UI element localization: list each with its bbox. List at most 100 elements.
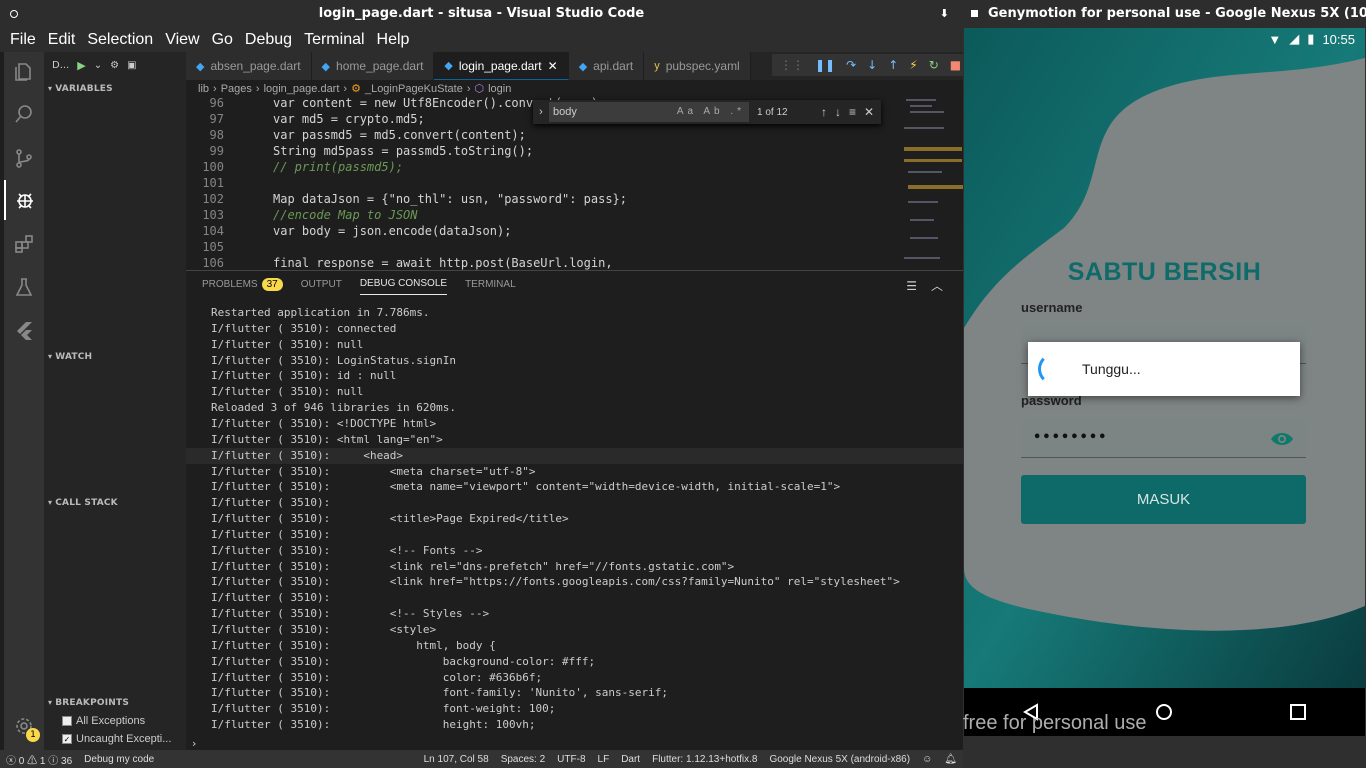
debug-settings-icon[interactable]: ⚙ (110, 60, 119, 71)
checkbox-checked[interactable]: ✓ (62, 734, 72, 744)
login-button[interactable]: MASUK (1021, 475, 1306, 524)
vscode-window: login_page.dart - situsa - Visual Studio… (0, 0, 966, 768)
step-over-icon[interactable]: ↷ (846, 58, 856, 72)
source-control-icon[interactable] (4, 138, 44, 178)
chevron-down-icon[interactable]: ⌄ (94, 60, 102, 71)
menu-file[interactable]: File (4, 31, 42, 49)
explorer-icon[interactable] (4, 52, 44, 92)
code-line: 101 (186, 175, 906, 191)
pause-icon[interactable]: ❚❚ (815, 58, 835, 72)
tab-terminal[interactable]: TERMINAL (465, 279, 516, 290)
flutter-version-status[interactable]: Flutter: 1.12.13+hotfix.8 (646, 754, 763, 765)
checkbox[interactable] (62, 716, 72, 726)
console-line: I/flutter ( 3510): (211, 527, 331, 541)
menu-debug[interactable]: Debug (239, 31, 298, 49)
indent-status[interactable]: Spaces: 2 (495, 754, 551, 765)
breakpoint-all-exceptions[interactable]: All Exceptions (62, 715, 145, 727)
section-watch[interactable]: ▾ WATCH (44, 348, 186, 366)
debug-mode-status[interactable]: Debug my code (78, 754, 160, 765)
encoding-status[interactable]: UTF-8 (551, 754, 591, 765)
minimap[interactable] (900, 97, 966, 270)
settings-badge: 1 (26, 728, 40, 742)
clear-console-icon[interactable]: ☰ (906, 279, 931, 293)
breadcrumb-item[interactable]: lib (198, 83, 209, 95)
console-line: I/flutter ( 3510): null (211, 385, 364, 399)
console-line: I/flutter ( 3510): <link href="https://f… (211, 575, 900, 589)
stop-icon[interactable]: ■ (950, 58, 961, 72)
code-text: var passmd5 = md5.convert(content); (273, 128, 526, 142)
problems-status[interactable]: ⓧ 0 ⚠ 1 ⓘ 36 (0, 752, 78, 767)
debug-icon[interactable] (4, 180, 44, 220)
step-into-icon[interactable]: ↓ (867, 58, 877, 72)
menu-terminal[interactable]: Terminal (298, 31, 370, 49)
tab-absen-page[interactable]: ◆ absen_page.dart (186, 52, 312, 80)
window-menu-icon[interactable] (971, 10, 978, 17)
search-icon[interactable] (4, 94, 44, 134)
password-field[interactable]: •••••••• (1021, 420, 1306, 458)
console-prompt[interactable]: › (192, 737, 196, 750)
menu-help[interactable]: Help (371, 31, 416, 49)
breadcrumb-item[interactable]: Pages (221, 83, 252, 95)
eol-status[interactable]: LF (592, 754, 616, 765)
tab-problems[interactable]: PROBLEMS 37 (202, 277, 283, 291)
tab-output[interactable]: OUTPUT (301, 279, 342, 290)
line-number: 97 (209, 112, 224, 126)
window-menu-icon[interactable] (10, 10, 18, 18)
section-breakpoints[interactable]: ▾ BREAKPOINTS (44, 694, 186, 712)
close-icon[interactable]: ✕ (864, 105, 874, 119)
code-text: var body = json.encode(dataJson); (273, 224, 512, 238)
code-line: 103 //encode Map to JSON (186, 207, 906, 223)
drag-handle-icon[interactable]: ⋮⋮ (780, 58, 804, 72)
panel-tabs: PROBLEMS 37 OUTPUT DEBUG CONSOLE TERMINAL (186, 271, 963, 297)
menu-view[interactable]: View (159, 31, 205, 49)
menu-go[interactable]: Go (206, 31, 239, 49)
breadcrumb-item[interactable]: _LoginPageKuState (365, 83, 463, 95)
tab-login-page[interactable]: ◆ login_page.dart ✕ (434, 52, 569, 80)
section-call-stack[interactable]: ▾ CALL STACK (44, 494, 186, 512)
debug-config-select[interactable]: D... (52, 60, 69, 71)
settings-gear-icon[interactable]: 1 (4, 706, 44, 746)
chevron-up-icon[interactable]: ︿ (931, 279, 957, 293)
device-status[interactable]: Google Nexus 5X (android-x86) (763, 754, 916, 765)
console-line: I/flutter ( 3510): <html lang="en"> (211, 432, 443, 446)
android-emulator-screen[interactable]: ▼ ◢ ▮ 10:55 SABTU BERSIH username passwo… (964, 28, 1365, 736)
tab-pubspec[interactable]: y pubspec.yaml (644, 52, 751, 80)
find-in-selection-icon[interactable]: ≡ (849, 105, 856, 119)
flutter-icon[interactable] (4, 310, 44, 350)
close-icon[interactable]: ✕ (548, 59, 558, 73)
find-input[interactable]: body Aa Ab .* (549, 102, 749, 122)
arrow-up-icon[interactable]: ↑ (821, 105, 827, 119)
breakpoint-uncaught-exceptions[interactable]: ✓ Uncaught Excepti... (62, 733, 171, 745)
breadcrumb-item[interactable]: login (488, 83, 511, 95)
arrow-down-icon[interactable]: ↓ (835, 105, 841, 119)
debug-sidebar: D... ▶ ⌄ ⚙ ▣ ▾ VARIABLES ▾ WATCH ▾ CALL STA… (44, 52, 186, 750)
line-number: 102 (202, 192, 224, 206)
notifications-bell-icon[interactable]: 🔔︎ (938, 754, 963, 765)
method-icon: ⬡ (474, 83, 485, 95)
cursor-position[interactable]: Ln 107, Col 58 (418, 754, 495, 765)
feedback-smiley-icon[interactable]: ☺ (916, 754, 938, 765)
language-status[interactable]: Dart (615, 754, 646, 765)
debug-console-icon[interactable]: ▣ (127, 60, 136, 71)
menu-edit[interactable]: Edit (42, 31, 82, 49)
hot-reload-icon[interactable]: ⚡ (909, 58, 917, 72)
step-out-icon[interactable]: ↑ (888, 58, 898, 72)
menu-selection[interactable]: Selection (81, 31, 159, 49)
breadcrumb-item[interactable]: login_page.dart (264, 83, 340, 95)
extensions-icon[interactable] (4, 224, 44, 264)
test-flask-icon[interactable] (4, 267, 44, 307)
tab-api[interactable]: ◆ api.dart (568, 52, 645, 80)
start-debug-icon[interactable]: ▶ (77, 59, 85, 72)
eye-icon[interactable] (1270, 429, 1294, 449)
section-variables[interactable]: ▾ VARIABLES (44, 80, 186, 98)
tab-debug-console[interactable]: DEBUG CONSOLE (359, 273, 448, 295)
debug-console-output[interactable]: Restarted application in 7.786ms. I/flutt… (186, 305, 963, 735)
minimize-icon[interactable]: ⬇ (940, 0, 949, 28)
console-line: I/flutter ( 3510): LoginStatus.signIn (211, 353, 457, 367)
find-options[interactable]: Aa Ab .* (677, 102, 745, 122)
tab-home-page[interactable]: ◆ home_page.dart (311, 52, 435, 80)
chevron-right-icon[interactable]: › (533, 106, 549, 118)
chevron-down-icon: ▾ (48, 84, 53, 93)
restart-icon[interactable]: ↻ (929, 58, 939, 72)
line-number: 101 (202, 176, 224, 190)
